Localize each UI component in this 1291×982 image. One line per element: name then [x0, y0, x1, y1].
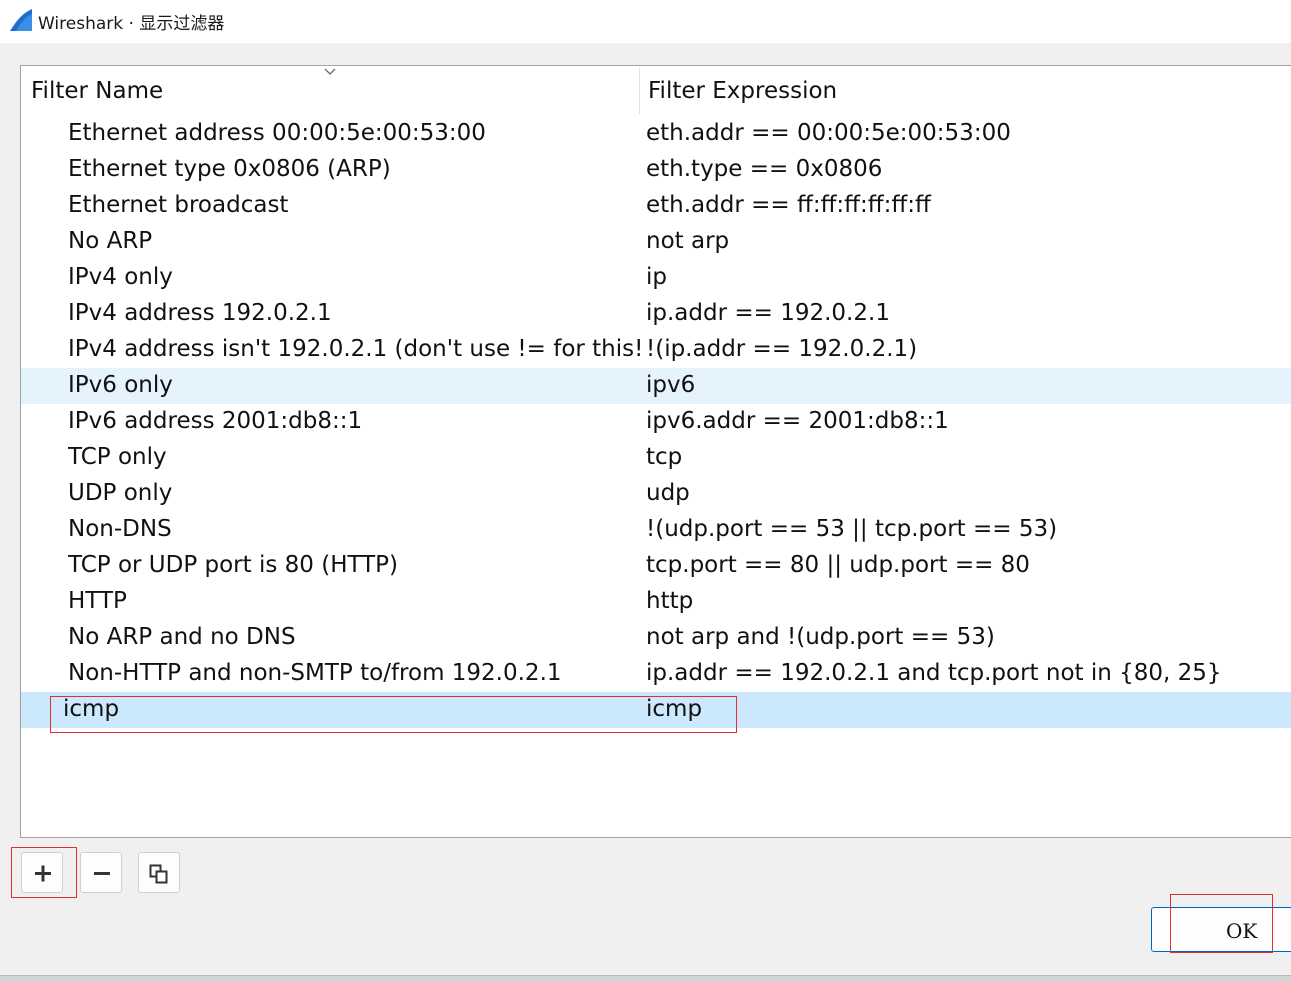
filter-expression-cell[interactable]: ip — [646, 260, 1286, 296]
filter-name-cell[interactable]: IPv6 address 2001:db8::1 — [68, 404, 640, 440]
window-bottom-edge — [0, 975, 1291, 982]
filter-name-cell[interactable]: HTTP — [68, 584, 640, 620]
table-row[interactable]: UDP only udp — [21, 476, 1291, 512]
table-row[interactable]: IPv4 address 192.0.2.1 ip.addr == 192.0.2… — [21, 296, 1291, 332]
filter-expression-cell[interactable]: ipv6.addr == 2001:db8::1 — [646, 404, 1286, 440]
filter-name-cell[interactable]: Ethernet type 0x0806 (ARP) — [68, 152, 640, 188]
table-row[interactable]: IPv4 only ip — [21, 260, 1291, 296]
table-row[interactable]: Non-HTTP and non-SMTP to/from 192.0.2.1 i… — [21, 656, 1291, 692]
filter-expression-cell[interactable]: ip.addr == 192.0.2.1 — [646, 296, 1286, 332]
remove-filter-button[interactable] — [80, 852, 122, 893]
table-row[interactable]: IPv6 only ipv6 — [21, 368, 1291, 404]
filter-name-cell[interactable]: icmp — [63, 692, 640, 728]
filter-name-cell[interactable]: Non-HTTP and non-SMTP to/from 192.0.2.1 — [68, 656, 640, 692]
table-row[interactable]: TCP only tcp — [21, 440, 1291, 476]
column-divider[interactable] — [639, 68, 640, 114]
ok-button[interactable]: OK — [1151, 907, 1291, 952]
filter-name-cell[interactable]: TCP or UDP port is 80 (HTTP) — [68, 548, 640, 584]
filter-table[interactable]: Filter Name Filter Expression Ethernet a… — [20, 65, 1291, 838]
table-row[interactable]: Ethernet address 00:00:5e:00:53:00 eth.ad… — [21, 116, 1291, 152]
column-header-filter-name[interactable]: Filter Name — [31, 66, 163, 116]
filter-expression-cell[interactable]: ip.addr == 192.0.2.1 and tcp.port not in… — [646, 656, 1286, 692]
table-row[interactable]: Ethernet broadcast eth.addr == ff:ff:ff:f… — [21, 188, 1291, 224]
chevron-down-icon — [324, 68, 336, 75]
filter-expression-cell[interactable]: !(udp.port == 53 || tcp.port == 53) — [646, 512, 1286, 548]
filter-name-cell[interactable]: No ARP and no DNS — [68, 620, 640, 656]
table-row[interactable]: HTTP http — [21, 584, 1291, 620]
copy-icon — [149, 864, 168, 884]
window-title: Wireshark · 显示过滤器 — [38, 14, 225, 34]
filter-name-cell[interactable]: No ARP — [68, 224, 640, 260]
filter-name-cell[interactable]: IPv6 only — [68, 368, 640, 404]
filter-name-cell[interactable]: IPv4 address 192.0.2.1 — [68, 296, 640, 332]
wireshark-fin-icon — [10, 9, 32, 31]
filter-expression-cell[interactable]: http — [646, 584, 1286, 620]
ok-button-label: OK — [1226, 919, 1258, 943]
filter-expression-cell[interactable]: icmp — [646, 692, 1286, 728]
table-row[interactable]: No ARP and no DNS not arp and !(udp.port … — [21, 620, 1291, 656]
filter-name-cell[interactable]: IPv4 address isn't 192.0.2.1 (don't use … — [68, 332, 640, 368]
filter-name-cell[interactable]: Ethernet address 00:00:5e:00:53:00 — [68, 116, 640, 152]
filter-expression-cell[interactable]: eth.addr == 00:00:5e:00:53:00 — [646, 116, 1286, 152]
filter-expression-cell[interactable]: not arp — [646, 224, 1286, 260]
filter-name-cell[interactable]: Ethernet broadcast — [68, 188, 640, 224]
filter-expression-cell[interactable]: eth.type == 0x0806 — [646, 152, 1286, 188]
add-filter-button[interactable] — [21, 852, 63, 893]
filter-expression-cell[interactable]: !(ip.addr == 192.0.2.1) — [646, 332, 1286, 368]
filter-expression-cell[interactable]: tcp.port == 80 || udp.port == 80 — [646, 548, 1286, 584]
table-row[interactable]: TCP or UDP port is 80 (HTTP) tcp.port == … — [21, 548, 1291, 584]
filter-expression-cell[interactable]: ipv6 — [646, 368, 1286, 404]
table-header: Filter Name Filter Expression — [21, 66, 1291, 116]
copy-filter-button[interactable] — [138, 852, 180, 893]
filter-expression-cell[interactable]: tcp — [646, 440, 1286, 476]
filter-dialog-window: Wireshark · 显示过滤器 Filter Name Filter Exp… — [0, 0, 1291, 975]
column-header-filter-expression[interactable]: Filter Expression — [648, 66, 837, 116]
table-row[interactable]: Ethernet type 0x0806 (ARP) eth.type == 0x… — [21, 152, 1291, 188]
filter-name-cell[interactable]: UDP only — [68, 476, 640, 512]
table-row[interactable]: Non-DNS !(udp.port == 53 || tcp.port == 5… — [21, 512, 1291, 548]
filter-name-cell[interactable]: IPv4 only — [68, 260, 640, 296]
filter-name-cell[interactable]: Non-DNS — [68, 512, 640, 548]
table-row[interactable]: IPv6 address 2001:db8::1 ipv6.addr == 200… — [21, 404, 1291, 440]
table-row[interactable]: No ARP not arp — [21, 224, 1291, 260]
table-row[interactable]: icmp icmp — [21, 692, 1291, 728]
filter-expression-cell[interactable]: not arp and !(udp.port == 53) — [646, 620, 1286, 656]
filter-rows: Ethernet address 00:00:5e:00:53:00 eth.ad… — [21, 116, 1291, 728]
title-bar: Wireshark · 显示过滤器 — [0, 0, 1291, 43]
filter-name-cell[interactable]: TCP only — [68, 440, 640, 476]
table-row[interactable]: IPv4 address isn't 192.0.2.1 (don't use … — [21, 332, 1291, 368]
plus-icon — [35, 865, 51, 882]
minus-icon — [94, 872, 110, 875]
filter-expression-cell[interactable]: udp — [646, 476, 1286, 512]
filter-expression-cell[interactable]: eth.addr == ff:ff:ff:ff:ff:ff — [646, 188, 1286, 224]
